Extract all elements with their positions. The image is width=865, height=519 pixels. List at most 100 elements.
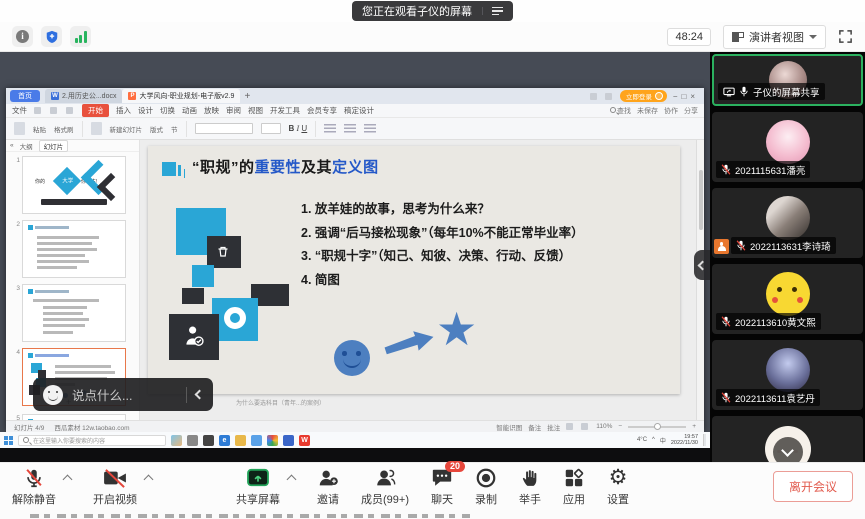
- section-button[interactable]: 节: [171, 124, 178, 134]
- chevron-up-icon[interactable]: [144, 475, 154, 485]
- slide-thumbnail-2[interactable]: [22, 220, 126, 278]
- ribbon-tab-home[interactable]: 开始: [82, 104, 109, 117]
- ribbon-tab-slideshow[interactable]: 放映: [204, 105, 219, 116]
- save-icon[interactable]: [34, 107, 41, 114]
- mail-icon[interactable]: [251, 435, 262, 446]
- record-button[interactable]: 录制: [475, 467, 497, 507]
- invite-button[interactable]: 邀请: [317, 467, 339, 507]
- quick-chat-overlay[interactable]: 说点什么...: [33, 378, 213, 411]
- participant-tile[interactable]: 2022113631李诗琦: [712, 188, 863, 258]
- taskbar-app-icon[interactable]: [283, 435, 294, 446]
- slide-thumbnail-3[interactable]: [22, 284, 126, 342]
- wps-taskbar-icon[interactable]: W: [299, 435, 310, 446]
- taskbar-app-icon[interactable]: [203, 435, 214, 446]
- chrome-icon[interactable]: [267, 435, 278, 446]
- wps-login-button[interactable]: 立即登录: [620, 90, 667, 102]
- taskbar-clock[interactable]: 19:57 2022/11/30: [671, 434, 698, 446]
- taskbar-app-icon[interactable]: [187, 435, 198, 446]
- weather-widget[interactable]: [171, 435, 182, 446]
- chevron-up-icon[interactable]: [63, 475, 73, 485]
- participant-tile[interactable]: 2022113611袁艺丹: [712, 340, 863, 410]
- new-slide-icon[interactable]: [91, 122, 102, 135]
- participant-tile[interactable]: 子仪的屏幕共享: [712, 54, 863, 106]
- notification-button[interactable]: [703, 434, 706, 446]
- outline-tab[interactable]: 大纲: [20, 141, 33, 151]
- sidebar-collapse-down-button[interactable]: [773, 437, 803, 462]
- network-signal-button[interactable]: [70, 26, 91, 47]
- ribbon-tab-review[interactable]: 审阅: [226, 105, 241, 116]
- taskbar-search[interactable]: 在这里输入你要搜索的内容: [18, 435, 166, 446]
- ribbon-tab-view[interactable]: 视图: [248, 105, 263, 116]
- find-button[interactable]: 查找: [610, 106, 631, 116]
- normal-view-icon[interactable]: [566, 423, 573, 430]
- wps-doc-tab-1[interactable]: W 2.用历史公...docx: [45, 89, 122, 103]
- ribbon-tab-design[interactable]: 设计: [138, 105, 153, 116]
- chevron-up-icon[interactable]: [287, 475, 297, 485]
- italic-button[interactable]: I: [297, 124, 300, 133]
- canvas-scrollbar[interactable]: [696, 140, 704, 420]
- slides-tab[interactable]: 幻灯片: [39, 140, 69, 152]
- chat-button[interactable]: 20 聊天: [431, 467, 453, 507]
- security-button[interactable]: [41, 26, 62, 47]
- slideshow-view-icon[interactable]: [581, 423, 588, 430]
- banner-menu-icon[interactable]: [482, 7, 503, 16]
- sidebar-collapse-handle[interactable]: [694, 250, 710, 280]
- paste-icon[interactable]: [14, 122, 25, 135]
- slide-thumbnail-1[interactable]: 你的 大学 你做主!: [22, 156, 126, 214]
- view-mode-button[interactable]: 演讲者视图: [723, 25, 826, 49]
- participant-tile[interactable]: 2021115631潘亮: [712, 112, 863, 182]
- zoom-out-icon[interactable]: −: [618, 423, 622, 430]
- undo-icon[interactable]: [50, 107, 57, 114]
- share-button[interactable]: 分享: [684, 106, 698, 116]
- underline-button[interactable]: U: [301, 124, 307, 133]
- emoji-icon[interactable]: [43, 385, 63, 405]
- paste-label[interactable]: 粘贴: [33, 124, 46, 134]
- font-name-select[interactable]: [195, 123, 253, 134]
- window-controls[interactable]: −□×: [673, 92, 699, 101]
- chat-input-placeholder[interactable]: 说点什么...: [72, 385, 177, 404]
- wps-mini-icon[interactable]: [590, 93, 597, 100]
- ribbon-tab-gaoding[interactable]: 稿定设计: [344, 105, 374, 116]
- ribbon-tab-member[interactable]: 会员专享: [307, 105, 337, 116]
- wps-file-menu[interactable]: 文件: [12, 105, 27, 116]
- tray-expand-icon[interactable]: ^: [652, 437, 655, 443]
- settings-button[interactable]: ⚙ 设置: [607, 467, 629, 507]
- wps-home-tab[interactable]: 首页: [10, 90, 40, 102]
- ribbon-tab-transition[interactable]: 切换: [160, 105, 175, 116]
- collab-button[interactable]: 协作: [664, 106, 678, 116]
- share-screen-button[interactable]: 共享屏幕: [236, 467, 280, 507]
- comments-button[interactable]: 批注: [547, 422, 560, 432]
- start-button[interactable]: [4, 436, 13, 445]
- panel-collapse-icon[interactable]: «: [10, 142, 14, 149]
- align-center-icon[interactable]: [344, 124, 356, 134]
- notes-button[interactable]: 备注: [528, 422, 541, 432]
- new-slide-button[interactable]: 新建幻灯片: [110, 124, 143, 134]
- ribbon-tab-insert[interactable]: 插入: [116, 105, 131, 116]
- participant-tile[interactable]: 2022113610黄文熙: [712, 264, 863, 334]
- format-painter-button[interactable]: 格式刷: [54, 124, 74, 134]
- align-left-icon[interactable]: [324, 124, 336, 134]
- ime-indicator[interactable]: 中: [660, 436, 666, 445]
- folder-icon[interactable]: [235, 435, 246, 446]
- bold-button[interactable]: B: [289, 124, 295, 133]
- zoom-slider[interactable]: [628, 426, 686, 428]
- fullscreen-button[interactable]: [838, 29, 853, 44]
- collapse-left-icon[interactable]: [195, 390, 205, 400]
- font-size-select[interactable]: [261, 123, 281, 134]
- zoom-in-icon[interactable]: +: [692, 423, 696, 430]
- ribbon-tab-devtools[interactable]: 开发工具: [270, 105, 300, 116]
- leave-meeting-button[interactable]: 离开会议: [773, 471, 853, 502]
- unmute-button[interactable]: 解除静音: [12, 467, 56, 507]
- bullet-list-icon[interactable]: [364, 124, 376, 134]
- meeting-info-button[interactable]: i: [12, 26, 33, 47]
- new-tab-icon[interactable]: +: [244, 91, 250, 102]
- layout-button[interactable]: 版式: [150, 124, 163, 134]
- redo-icon[interactable]: [66, 107, 73, 114]
- wps-mini-icon[interactable]: [605, 93, 612, 100]
- members-button[interactable]: 成员(99+): [361, 467, 409, 507]
- ribbon-tab-animation[interactable]: 动画: [182, 105, 197, 116]
- edge-icon[interactable]: e: [219, 435, 230, 446]
- raise-hand-button[interactable]: 举手: [519, 467, 541, 507]
- apps-button[interactable]: 应用: [563, 467, 585, 507]
- smart-tool-button[interactable]: 智能识图: [496, 422, 522, 432]
